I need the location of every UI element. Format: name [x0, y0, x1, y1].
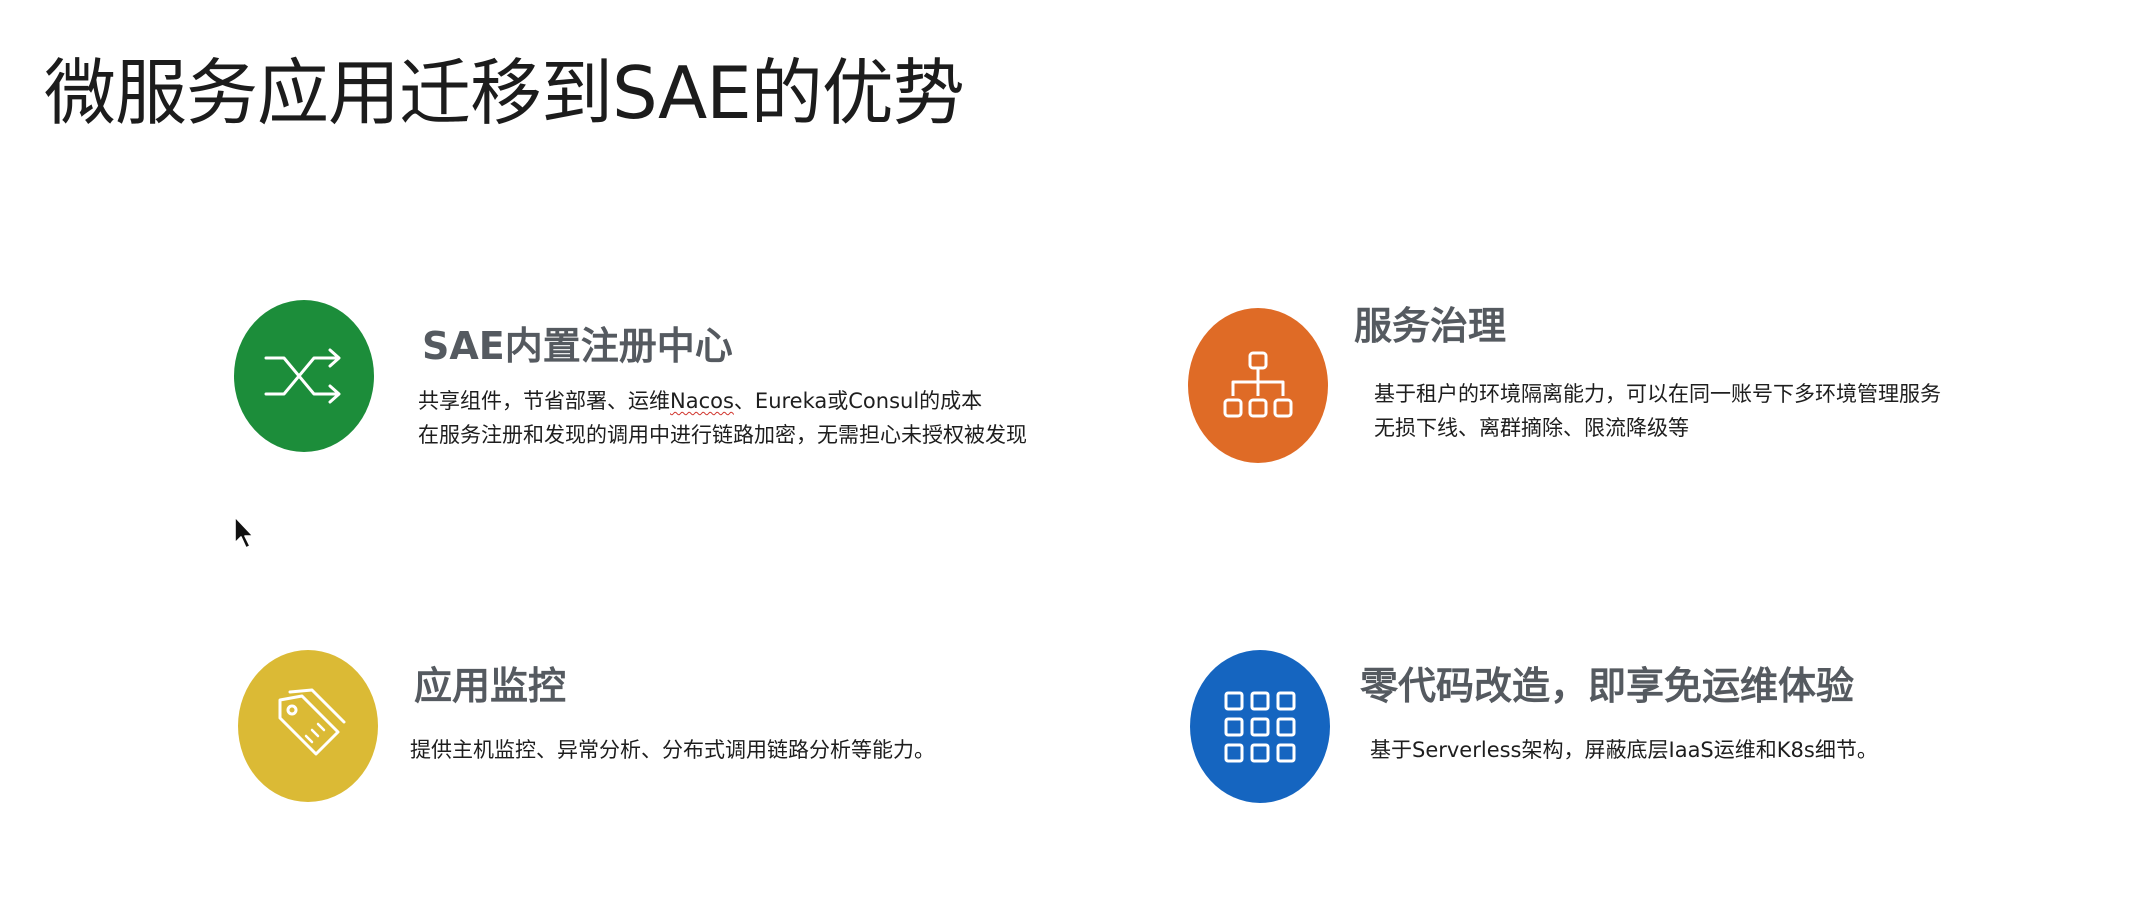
description-line: 基于Serverless架构，屏蔽底层IaaS运维和K8s细节。 — [1370, 738, 1878, 762]
shuffle-icon — [264, 348, 341, 404]
mouse-cursor-icon — [234, 516, 254, 549]
grid-icon-circle — [1190, 650, 1330, 803]
spellcheck-marked-word: Nacos — [670, 389, 734, 413]
description-text: 、Eureka或Consul的成本 — [733, 389, 983, 413]
description-line: 提供主机监控、异常分析、分布式调用链路分析等能力。 — [410, 738, 935, 762]
feature-description: 基于租户的环境隔离能力，可以在同一账号下多环境管理服务 无损下线、离群摘除、限流… — [1374, 377, 1941, 445]
hierarchy-icon — [1223, 351, 1293, 417]
tag-icon — [278, 688, 346, 756]
description-text: 共享组件，节省部署、运维 — [418, 389, 670, 413]
page-title: 微服务应用迁移到SAE的优势 — [44, 51, 965, 135]
hierarchy-icon-circle — [1188, 308, 1328, 463]
feature-title: 应用监控 — [414, 664, 567, 708]
description-line: 在服务注册和发现的调用中进行链路加密，无需担心未授权被发现 — [418, 423, 1027, 447]
shuffle-icon-circle — [234, 300, 374, 452]
grid-icon — [1224, 691, 1296, 762]
feature-description: 基于Serverless架构，屏蔽底层IaaS运维和K8s细节。 — [1370, 733, 1878, 767]
feature-title: 零代码改造，即享免运维体验 — [1360, 664, 1855, 708]
description-line: 无损下线、离群摘除、限流降级等 — [1374, 416, 1689, 440]
feature-title: SAE内置注册中心 — [422, 324, 733, 368]
tag-icon-circle — [238, 650, 378, 802]
feature-description: 共享组件，节省部署、运维Nacos、Eureka或Consul的成本 在服务注册… — [418, 384, 1027, 452]
feature-title: 服务治理 — [1354, 304, 1507, 348]
feature-description: 提供主机监控、异常分析、分布式调用链路分析等能力。 — [410, 733, 935, 767]
description-line: 基于租户的环境隔离能力，可以在同一账号下多环境管理服务 — [1374, 382, 1941, 406]
description-line: 共享组件，节省部署、运维Nacos、Eureka或Consul的成本 — [418, 384, 1027, 418]
